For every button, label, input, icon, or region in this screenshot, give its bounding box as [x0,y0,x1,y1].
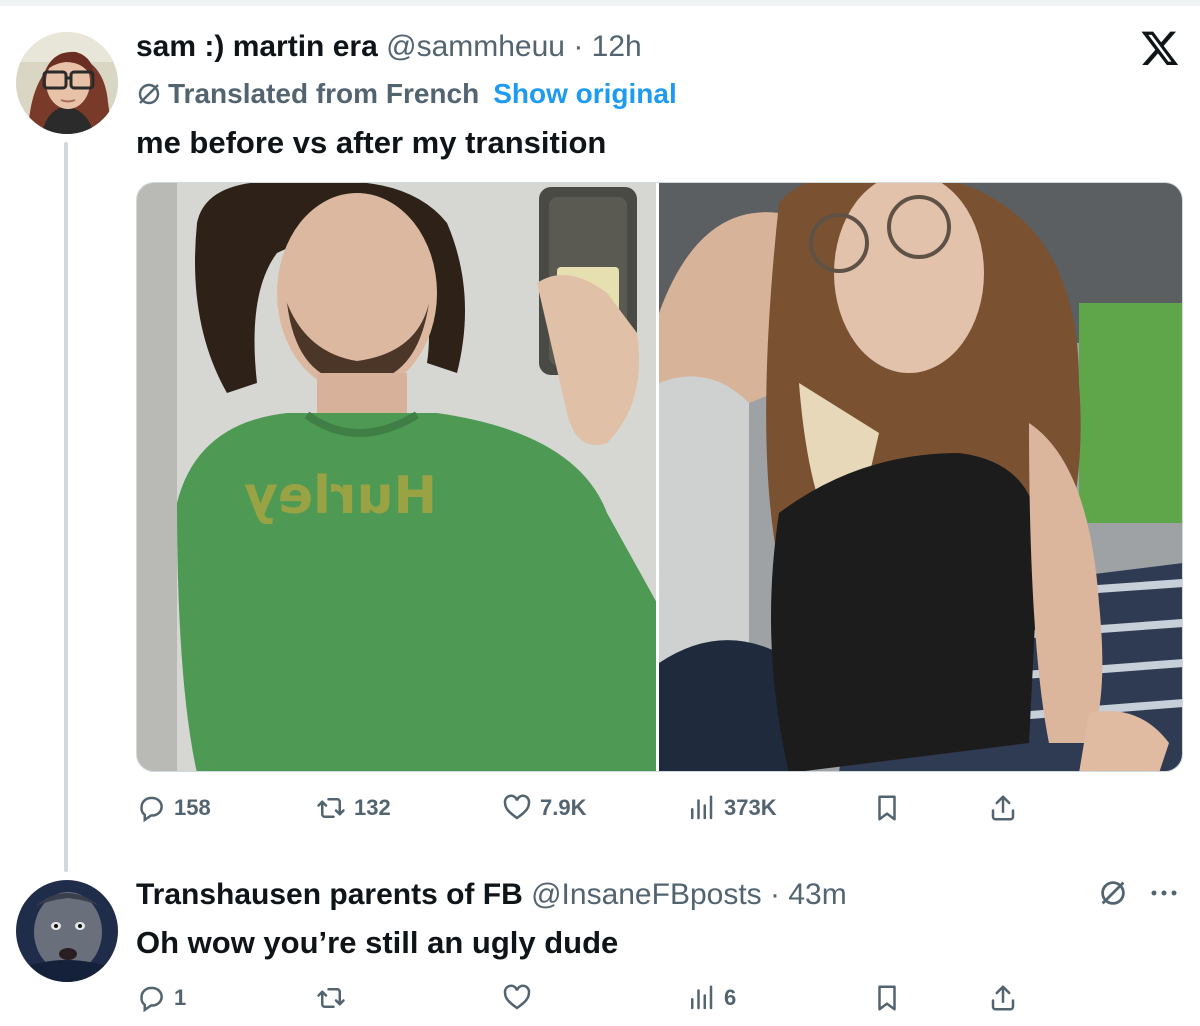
top-divider [0,0,1200,6]
like-button[interactable] [502,978,540,1018]
media-photo-after[interactable] [659,183,1182,771]
reply-header: Transhausen parents of FB @InsaneFBposts… [136,876,847,914]
share-button[interactable] [988,978,1018,1018]
reply-button[interactable]: 1 [136,978,186,1018]
tweet-timestamp[interactable]: 12h [592,30,642,63]
photo-after-image [659,183,1182,771]
reply-count: 1 [174,985,187,1010]
tweet-action-bar: 158 132 7.9K 373K [136,788,1036,828]
like-count: 7.9K [540,795,587,820]
avatar-image-sam [16,32,118,134]
more-icon[interactable] [1144,878,1184,908]
bookmark-button[interactable] [872,788,902,828]
reply-side-icons [1098,878,1184,908]
bookmark-icon [878,985,896,1011]
thread-connector-line [64,142,68,872]
reply-timestamp[interactable]: 43m [788,878,846,911]
reply-icon [140,796,163,823]
repost-icon [317,798,345,818]
share-icon [991,985,1015,1011]
views-icon [691,795,713,820]
shirt-text: Hurley [244,466,437,526]
reply-author-handle[interactable]: @InsaneFBposts [531,878,762,911]
avatar[interactable] [16,32,118,134]
avatar-image-reply [16,880,118,982]
share-icon [991,795,1015,821]
repost-icon [317,988,345,1008]
translation-notice: Translated from French Show original [136,76,677,112]
reply-author-name[interactable]: Transhausen parents of FB [136,878,523,911]
tweet-text: me before vs after my transition [136,125,607,160]
share-button[interactable] [988,788,1018,828]
views-count: 6 [724,985,737,1010]
reply-text: Oh wow you’re still an ugly dude [136,925,619,960]
author-handle[interactable]: @sammheuu [386,30,565,63]
tweet-media[interactable]: Hurley [136,182,1183,772]
tweet-header: sam :) martin era @sammheuu · 12h [136,28,642,66]
reply-button[interactable]: 158 [136,788,211,828]
translate-icon [138,83,160,105]
show-original-link[interactable]: Show original [493,76,677,112]
avatar[interactable] [16,880,118,982]
reply-icon [140,986,163,1013]
views-icon [691,985,713,1010]
author-name[interactable]: sam :) martin era [136,30,378,63]
repost-button[interactable] [316,978,354,1018]
repost-count: 132 [354,795,391,820]
translated-label: Translated from French [168,78,480,109]
separator-dot: · [770,878,781,911]
views-button[interactable]: 373K [686,788,777,828]
bookmark-button[interactable] [872,978,902,1018]
reply-action-bar: 1 6 [136,978,1036,1018]
separator-dot: · [573,30,584,63]
views-button[interactable]: 6 [686,978,736,1018]
bookmark-icon [878,795,896,821]
like-icon [503,984,531,1010]
like-icon [503,794,531,820]
media-photo-before[interactable]: Hurley [137,183,656,771]
translate-icon[interactable] [1098,878,1128,908]
like-button[interactable]: 7.9K [502,788,586,828]
reply-count: 158 [174,795,211,820]
x-logo-icon[interactable] [1140,28,1180,68]
views-count: 373K [724,795,777,820]
repost-button[interactable]: 132 [316,788,391,828]
photo-before-image: Hurley [137,183,656,771]
